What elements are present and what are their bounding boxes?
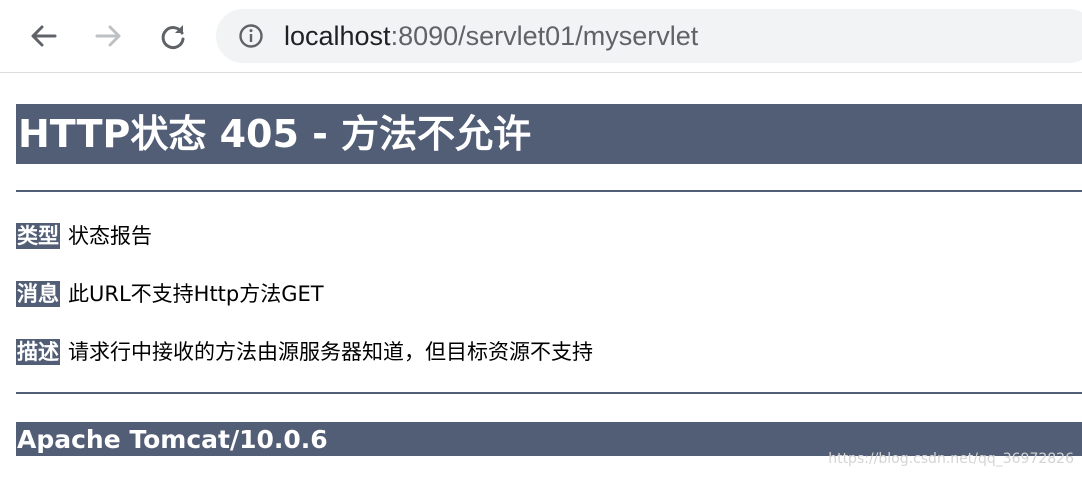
page-title: HTTP状态 405 - 方法不允许 <box>16 104 1082 164</box>
message-value: 此URL不支持Http方法GET <box>68 282 324 306</box>
message-label: 消息 <box>16 281 60 307</box>
description-row: 描述 请求行中接收的方法由源服务器知道，但目标资源不支持 <box>16 337 593 367</box>
divider <box>16 190 1082 192</box>
reload-button[interactable] <box>155 18 191 54</box>
url-text[interactable]: localhost:8090/servlet01/myservlet <box>284 19 698 53</box>
forward-button[interactable] <box>90 18 126 54</box>
back-button[interactable] <box>26 18 62 54</box>
url-host: localhost <box>284 21 391 51</box>
watermark: https://blog.csdn.net/qq_36972826 <box>828 451 1074 467</box>
type-row: 类型 状态报告 <box>16 221 152 251</box>
description-value: 请求行中接收的方法由源服务器知道，但目标资源不支持 <box>68 340 593 364</box>
arrow-right-icon <box>95 25 121 47</box>
browser-toolbar: localhost:8090/servlet01/myservlet <box>0 0 1082 73</box>
type-value: 状态报告 <box>68 224 152 248</box>
description-label: 描述 <box>16 339 60 365</box>
info-circle-icon[interactable] <box>238 23 264 49</box>
divider <box>16 392 1082 394</box>
url-path: :8090/servlet01/myservlet <box>390 21 699 51</box>
message-row: 消息 此URL不支持Http方法GET <box>16 279 324 309</box>
address-bar[interactable]: localhost:8090/servlet01/myservlet <box>216 9 1082 63</box>
arrow-left-icon <box>31 25 57 47</box>
reload-icon <box>161 25 185 49</box>
error-page: HTTP状态 405 - 方法不允许 类型 状态报告 消息 此URL不支持Htt… <box>0 73 1082 482</box>
type-label: 类型 <box>16 223 60 249</box>
